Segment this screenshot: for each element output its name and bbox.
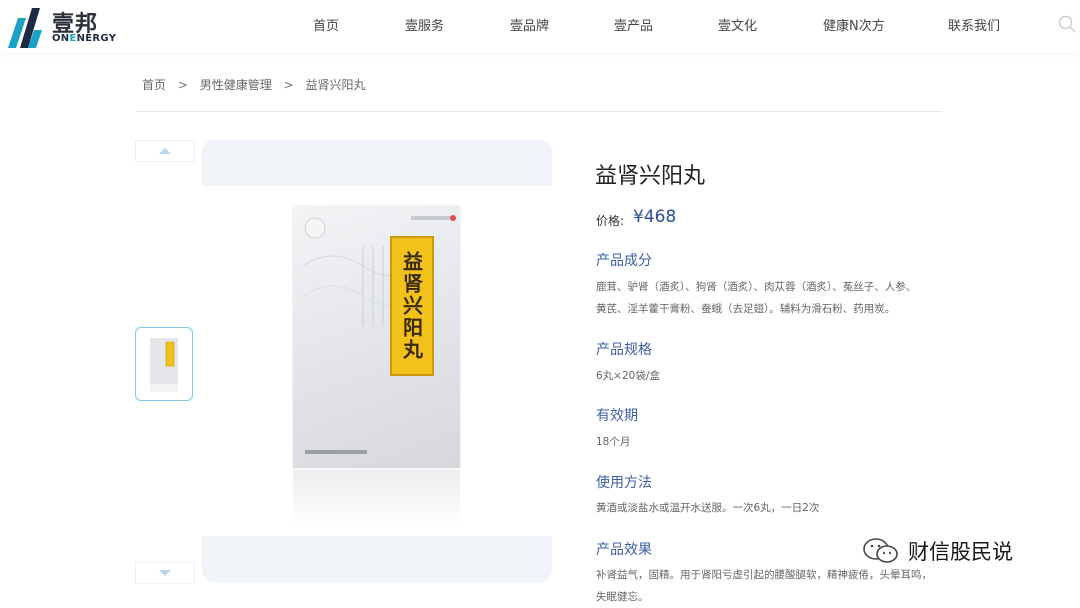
search-icon[interactable] (1058, 15, 1076, 33)
section-text-ingredients: 鹿茸、驴肾（酒炙）、狗肾（酒炙）、肉苁蓉（酒炙）、菟丝子、人参、 黄芪、淫羊藿干膏… (596, 281, 917, 315)
section-text-usage: 黄酒或淡盐水或温开水送服。一次6丸，一日2次 (596, 502, 820, 514)
product-image-canvas: 益肾兴阳丸 (202, 186, 552, 536)
chevron-down-icon (159, 570, 171, 576)
breadcrumb: 首页 > 男性健康管理 > 益肾兴阳丸 (142, 76, 373, 93)
section-text-spec: 6丸×20袋/盒 (596, 370, 660, 382)
section-text-shelf-life: 18个月 (596, 436, 631, 448)
brand-name-en: ONENERGY (52, 33, 117, 44)
section-heading-spec: 产品规格 (596, 342, 652, 358)
nav-health[interactable]: 健康N次方 (823, 15, 885, 34)
top-header: 壹邦 ONENERGY 首页 壹服务 壹品牌 壹产品 壹文化 健康N次方 联系我… (0, 0, 1080, 52)
product-thumbnail[interactable] (135, 327, 193, 401)
box-label-text: 益肾兴阳丸 (399, 251, 424, 361)
section-heading-shelf-life: 有效期 (596, 408, 638, 424)
breadcrumb-divider (136, 111, 942, 112)
brand-logo[interactable]: 壹邦 ONENERGY (4, 2, 117, 50)
breadcrumb-category[interactable]: 男性健康管理 (200, 78, 272, 92)
breadcrumb-home[interactable]: 首页 (142, 78, 166, 92)
price-value: ¥468 (633, 207, 677, 227)
section-text-effect: 补肾益气，固精。用于肾阳亏虚引起的腰酸腿软，精神疲倦，头晕耳鸣， 失眠健忘。 (596, 569, 932, 603)
price-label: 价格: (596, 214, 625, 228)
wechat-watermark: 财信股民说 (862, 536, 1013, 566)
thumb-scroll-down-button[interactable] (135, 562, 195, 584)
thumbnail-image (150, 338, 178, 392)
box-decoration (302, 215, 456, 454)
watermark-text: 财信股民说 (908, 540, 1013, 564)
wechat-icon (863, 538, 898, 563)
nav-contact[interactable]: 联系我们 (948, 15, 1000, 34)
section-heading-effect: 产品效果 (596, 542, 652, 558)
product-title: 益肾兴阳丸 (595, 164, 706, 189)
nav-products[interactable]: 壹产品 (614, 15, 653, 34)
breadcrumb-separator: > (177, 78, 188, 92)
product-box: 益肾兴阳丸 (293, 206, 460, 468)
nav-home[interactable]: 首页 (313, 15, 339, 34)
nav-culture[interactable]: 壹文化 (718, 15, 757, 34)
box-reflection (293, 470, 460, 526)
logo-mark-icon (8, 8, 42, 48)
nav-brand[interactable]: 壹品牌 (510, 15, 549, 34)
box-label: 益肾兴阳丸 (390, 236, 434, 376)
section-heading-ingredients: 产品成分 (596, 253, 652, 269)
breadcrumb-current: 益肾兴阳丸 (305, 78, 366, 92)
thumb-scroll-up-button[interactable] (135, 140, 195, 162)
nav-service[interactable]: 壹服务 (405, 15, 444, 34)
product-main-image: 益肾兴阳丸 (202, 140, 552, 582)
chevron-up-icon (159, 148, 171, 154)
section-heading-usage: 使用方法 (596, 475, 652, 491)
breadcrumb-separator: > (283, 78, 294, 92)
